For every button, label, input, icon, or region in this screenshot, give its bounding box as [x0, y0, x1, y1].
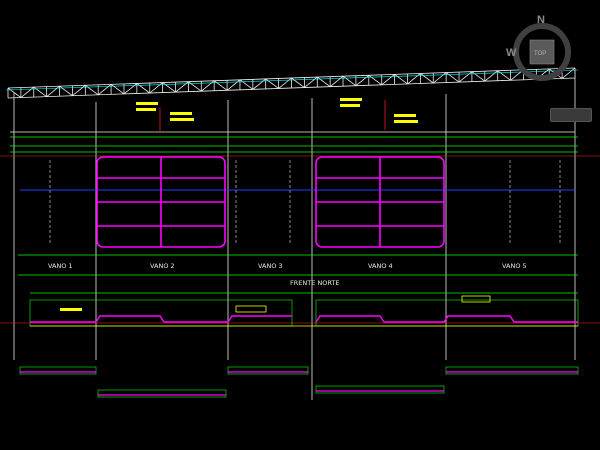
roof-truss: [7, 67, 576, 133]
lower-elevation: [29, 299, 579, 327]
window-frame-left: [96, 156, 226, 248]
columns: [13, 70, 576, 400]
bay-label-3: VANO 3: [258, 262, 283, 270]
bay-label-4: VANO 4: [368, 262, 393, 270]
roof-cyan-line: [5, 69, 579, 91]
yellow-annotations: [60, 98, 491, 313]
viewcube-navigation[interactable]: N W TOP: [506, 12, 578, 84]
level-lines: [10, 136, 578, 294]
front-label: FRENTE NORTE: [290, 279, 339, 287]
detail-strips: [19, 366, 579, 398]
bay-labels: VANO 1 VANO 2 VANO 3 VANO 4 VANO 5 FRENT…: [48, 262, 527, 287]
window-frame-right: [315, 156, 445, 248]
bay-label-5: VANO 5: [502, 262, 527, 270]
wcs-menu-button[interactable]: [550, 108, 592, 122]
bay-label-1: VANO 1: [48, 262, 73, 270]
bay-label-2: VANO 2: [150, 262, 175, 270]
viewcube-top-label: TOP: [534, 51, 546, 57]
viewcube-north-label: N: [537, 14, 545, 26]
viewcube-west-label: W: [506, 47, 517, 59]
